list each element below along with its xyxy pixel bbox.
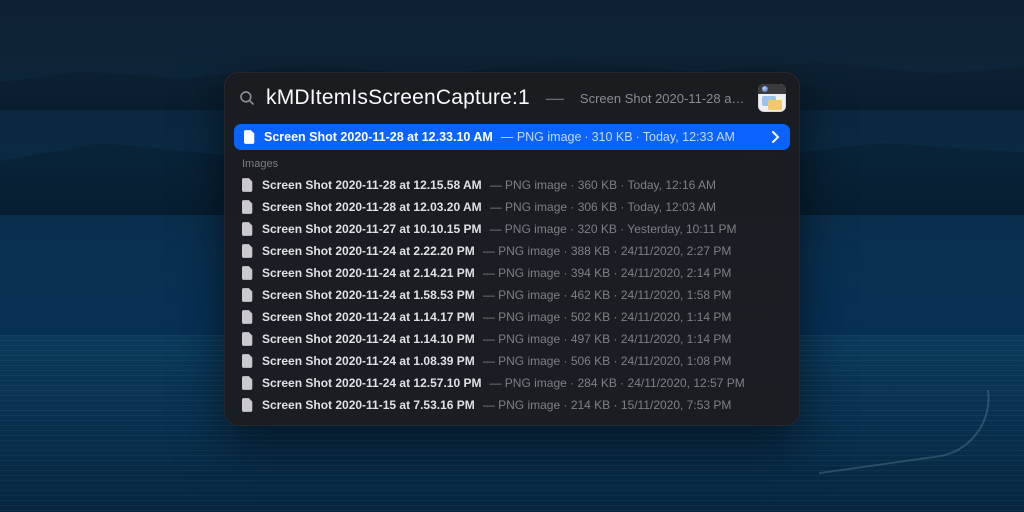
result-row[interactable]: Screen Shot 2020-11-28 at 12.15.58 AM — P… [232,174,792,196]
chevron-right-icon [772,131,780,143]
result-row[interactable]: Screen Shot 2020-11-24 at 2.22.20 PM — PN… [232,240,792,262]
file-icon [242,178,254,192]
file-icon [242,288,254,302]
result-row[interactable]: Screen Shot 2020-11-24 at 1.14.10 PM — PN… [232,328,792,350]
file-icon [242,398,254,412]
file-icon [242,200,254,214]
result-row[interactable]: Screen Shot 2020-11-15 at 7.53.16 PM — PN… [232,394,792,416]
file-icon [242,376,254,390]
result-meta: — PNG image · 506 KB · 24/11/2020, 1:08 … [483,354,732,368]
search-icon [238,89,256,107]
file-icon [242,244,254,258]
result-name: Screen Shot 2020-11-24 at 1.14.10 PM [262,332,475,346]
result-name: Screen Shot 2020-11-15 at 7.53.16 PM [262,398,475,412]
result-name: Screen Shot 2020-11-24 at 2.22.20 PM [262,244,475,258]
spotlight-header: kMDItemIsScreenCapture:1 — Screen Shot 2… [224,72,800,122]
result-meta: — PNG image · 388 KB · 24/11/2020, 2:27 … [483,244,732,258]
result-name: Screen Shot 2020-11-28 at 12.03.20 AM [262,200,482,214]
file-icon [244,130,256,144]
file-icon [242,332,254,346]
section-label: Images [224,156,800,174]
result-name: Screen Shot 2020-11-24 at 12.57.10 PM [262,376,481,390]
result-meta: — PNG image · 502 KB · 24/11/2020, 1:14 … [483,310,732,324]
result-meta: — PNG image · 284 KB · 24/11/2020, 12:57… [489,376,744,390]
result-meta: — PNG image · 306 KB · Today, 12:03 AM [490,200,716,214]
file-icon [242,266,254,280]
preview-app-icon [758,84,786,112]
result-row[interactable]: Screen Shot 2020-11-24 at 1.08.39 PM — PN… [232,350,792,372]
top-hit-inline: Screen Shot 2020-11-28 at 12.33.10 AM [580,91,748,106]
file-icon [242,354,254,368]
file-icon [242,310,254,324]
result-name: Screen Shot 2020-11-27 at 10.10.15 PM [262,222,481,236]
result-meta: — PNG image · 360 KB · Today, 12:16 AM [490,178,716,192]
result-meta: — PNG image · 394 KB · 24/11/2020, 2:14 … [483,266,732,280]
result-name: Screen Shot 2020-11-24 at 1.58.53 PM [262,288,475,302]
result-row[interactable]: Screen Shot 2020-11-24 at 12.57.10 PM — P… [232,372,792,394]
result-meta: — PNG image · 214 KB · 15/11/2020, 7:53 … [483,398,732,412]
result-row[interactable]: Screen Shot 2020-11-24 at 2.14.21 PM — PN… [232,262,792,284]
result-meta: — PNG image·310 KB·Today, 12:33 AM [501,130,735,144]
result-name: Screen Shot 2020-11-28 at 12.15.58 AM [262,178,482,192]
results-list: Screen Shot 2020-11-28 at 12.15.58 AM — P… [224,174,800,426]
result-name: Screen Shot 2020-11-24 at 2.14.21 PM [262,266,475,280]
result-row[interactable]: Screen Shot 2020-11-24 at 1.14.17 PM — PN… [232,306,792,328]
result-row[interactable]: Screen Shot 2020-11-24 at 1.58.53 PM — PN… [232,284,792,306]
file-icon [242,222,254,236]
top-hit-row[interactable]: Screen Shot 2020-11-28 at 12.33.10 AM — … [234,124,790,150]
result-meta: — PNG image · 462 KB · 24/11/2020, 1:58 … [483,288,732,302]
result-meta: — PNG image · 320 KB · Yesterday, 10:11 … [489,222,736,236]
result-meta: — PNG image · 497 KB · 24/11/2020, 1:14 … [483,332,732,346]
spotlight-window: kMDItemIsScreenCapture:1 — Screen Shot 2… [224,72,800,426]
dash-separator: — [540,88,570,109]
result-row[interactable]: Screen Shot 2020-11-27 at 10.10.15 PM — P… [232,218,792,240]
result-name: Screen Shot 2020-11-24 at 1.08.39 PM [262,354,475,368]
search-input[interactable]: kMDItemIsScreenCapture:1 [266,86,530,110]
result-row[interactable]: Screen Shot 2020-11-28 at 12.03.20 AM — P… [232,196,792,218]
result-name: Screen Shot 2020-11-24 at 1.14.17 PM [262,310,475,324]
result-name: Screen Shot 2020-11-28 at 12.33.10 AM [264,130,493,144]
